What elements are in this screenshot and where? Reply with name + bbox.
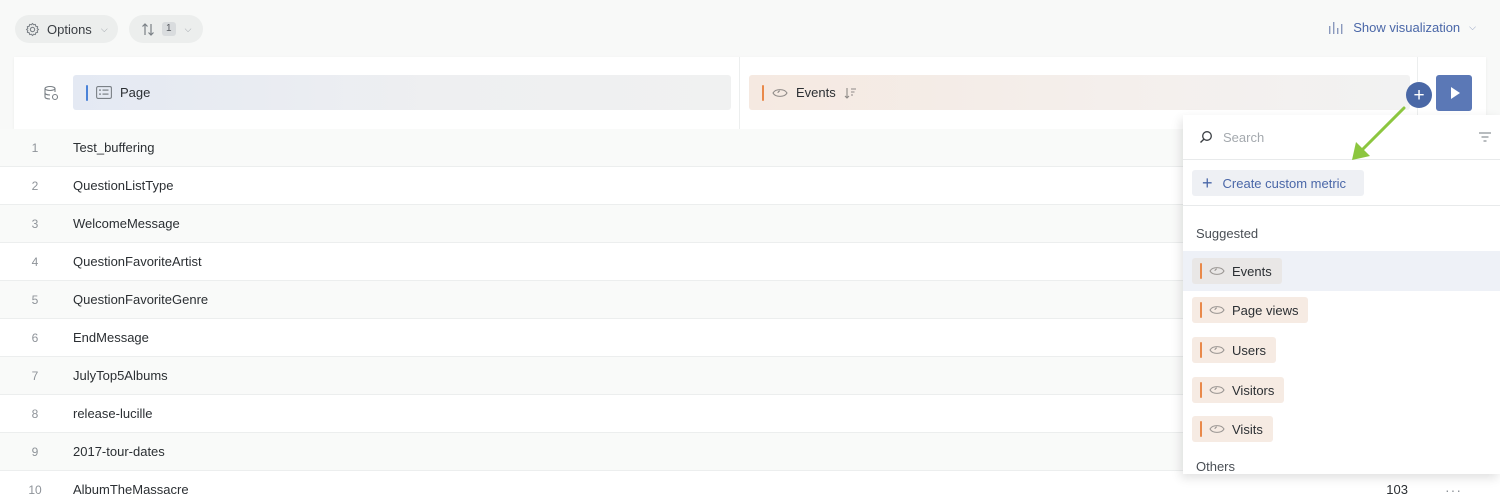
row-number: 9: [31, 444, 39, 459]
bar-chart-icon: [1329, 22, 1343, 34]
metric-option-label: Visits: [1232, 421, 1263, 437]
chevron-down-icon: ⌵: [184, 23, 192, 34]
page-cell: WelcomeMessage: [73, 216, 180, 231]
list-icon: [96, 86, 112, 99]
row-number: 5: [31, 292, 39, 307]
page-cell: QuestionFavoriteArtist: [73, 254, 202, 269]
toolbar: Options ⌵ 1 ⌵ Show visualization ⌵: [0, 0, 1500, 56]
create-custom-metric-button[interactable]: + Create custom metric: [1192, 170, 1364, 196]
plus-icon: +: [1202, 173, 1213, 193]
eye-icon: [1209, 346, 1225, 354]
row-number: 10: [28, 482, 42, 497]
row-number: 3: [31, 216, 39, 231]
column-divider: [739, 57, 740, 129]
page-cell: AlbumTheMassacre: [73, 482, 189, 497]
metric-option-events[interactable]: Events: [1192, 258, 1282, 284]
metric-option-label: Events: [1232, 263, 1272, 279]
options-label: Options: [47, 21, 92, 37]
eye-icon: [1209, 425, 1225, 433]
eye-icon: [1209, 386, 1225, 394]
row-number: 1: [31, 140, 39, 155]
metric-color-bar: [1200, 421, 1202, 437]
dimension-color-bar: [86, 84, 88, 101]
create-custom-metric-label: Create custom metric: [1222, 175, 1347, 191]
row-number: 4: [31, 254, 39, 269]
metric-color-bar: [1200, 263, 1202, 279]
metric-color-bar: [1200, 342, 1202, 358]
chevron-down-icon: ⌵: [1469, 21, 1476, 32]
row-number: 2: [31, 178, 39, 193]
table-row[interactable]: 10 AlbumTheMassacre 103 ···: [0, 471, 1500, 500]
page-cell: 2017-tour-dates: [73, 444, 165, 459]
sort-count-badge: 1: [162, 22, 176, 36]
divider: [1183, 205, 1500, 206]
play-icon: [1451, 87, 1460, 99]
sort-button[interactable]: 1 ⌵: [129, 15, 204, 43]
run-query-button[interactable]: [1436, 75, 1472, 111]
sort-descending-icon[interactable]: [844, 87, 857, 99]
eye-icon: [1209, 267, 1225, 275]
metric-option-users[interactable]: Users: [1192, 337, 1276, 363]
metric-option-label: Visitors: [1232, 382, 1275, 398]
options-button[interactable]: Options ⌵: [15, 15, 118, 43]
metric-chip-events[interactable]: Events: [749, 75, 1410, 110]
annotation-arrow: [1352, 106, 1406, 160]
metric-color-bar: [1200, 382, 1202, 398]
gear-icon: [25, 22, 40, 36]
events-cell: 103: [1386, 482, 1408, 497]
page-cell: Test_buffering: [73, 140, 155, 155]
page-cell: QuestionListType: [73, 178, 174, 193]
row-more-button[interactable]: ···: [1445, 482, 1462, 498]
metric-option-visits[interactable]: Visits: [1192, 416, 1273, 442]
filter-icon[interactable]: [1478, 131, 1492, 143]
metric-option-label: Users: [1232, 342, 1266, 358]
metric-label: Events: [796, 85, 836, 100]
show-visualization-label: Show visualization: [1353, 19, 1461, 35]
chevron-down-icon: ⌵: [100, 23, 108, 34]
eye-icon: [1209, 306, 1225, 314]
show-visualization-button[interactable]: Show visualization ⌵: [1328, 17, 1476, 37]
page-cell: release-lucille: [73, 406, 153, 421]
others-heading: Others: [1196, 459, 1236, 474]
page-cell: EndMessage: [73, 330, 149, 345]
page-cell: JulyTop5Albums: [73, 368, 168, 383]
dimension-label: Page: [120, 85, 151, 100]
metric-color-bar: [762, 84, 764, 101]
row-number: 7: [31, 368, 39, 383]
eye-icon: [772, 88, 788, 97]
row-number: 8: [31, 406, 39, 421]
page-cell: QuestionFavoriteGenre: [73, 292, 209, 307]
metric-option-label: Page views: [1232, 302, 1299, 318]
metric-option-visitors[interactable]: Visitors: [1192, 377, 1285, 403]
dimension-chip-page[interactable]: Page: [73, 75, 731, 110]
suggested-heading: Suggested: [1196, 226, 1259, 241]
metric-option-page-views[interactable]: Page views: [1192, 297, 1309, 323]
database-settings-icon[interactable]: [43, 85, 59, 101]
sort-arrows-icon: [142, 22, 154, 36]
search-icon: [1200, 131, 1212, 143]
metric-color-bar: [1200, 302, 1202, 318]
row-number: 6: [31, 330, 39, 345]
